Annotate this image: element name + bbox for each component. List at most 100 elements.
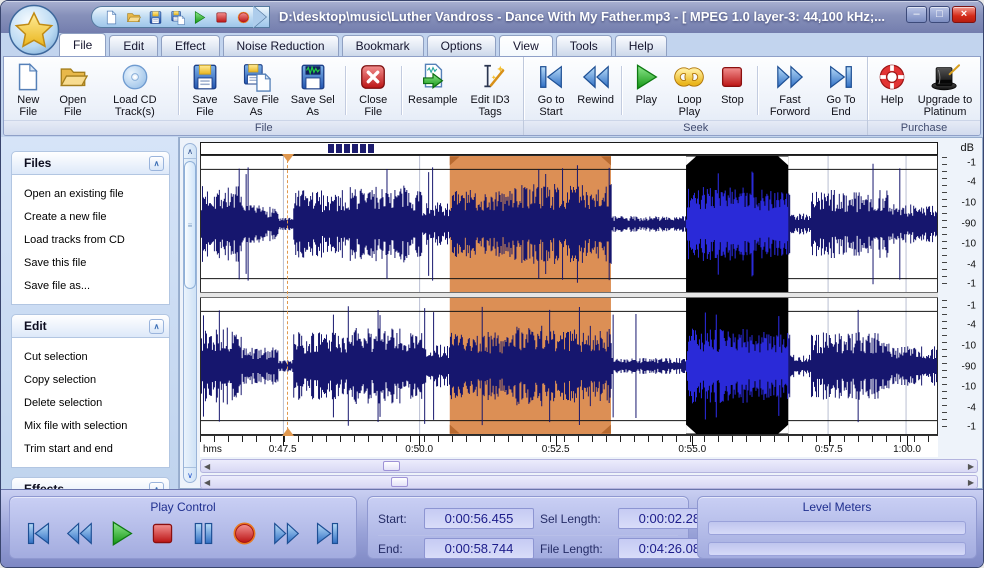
play-button[interactable]: Play	[626, 61, 666, 107]
go-to-start-button[interactable]: Go to Start	[528, 61, 573, 120]
overview-view-window-block[interactable]	[344, 144, 351, 153]
db-scale-title: dB	[960, 142, 974, 154]
time-label: 0:47.5	[268, 444, 297, 455]
vertical-scrollbar[interactable]: ∧ ≡ ∨	[183, 143, 197, 483]
play-icon[interactable]	[192, 10, 207, 25]
go-to-end-icon	[830, 66, 852, 88]
transport-rewind-button[interactable]	[63, 519, 96, 548]
transport-go-to-start-button[interactable]	[22, 519, 55, 548]
sidebar-item-load-cd[interactable]: Load tracks from CD	[24, 229, 169, 252]
stop-icon[interactable]	[214, 10, 229, 25]
tab-help[interactable]: Help	[614, 35, 668, 56]
overview-view-window-block[interactable]	[359, 144, 366, 153]
transport-stop-button[interactable]	[146, 519, 179, 548]
sidebar-item-trim[interactable]: Trim start and end	[24, 438, 169, 461]
save-file-button[interactable]: Save File	[183, 61, 226, 120]
tab-edit[interactable]: Edit	[109, 35, 159, 56]
collapse-icon[interactable]: ∧	[149, 318, 164, 334]
ribbon-group-label-seek: Seek	[524, 120, 867, 135]
close-button[interactable]: ×	[952, 6, 976, 23]
scroll-left-icon[interactable]: ◀	[204, 461, 210, 472]
save-as-icon[interactable]	[170, 10, 185, 25]
overview-view-window-block[interactable]	[328, 144, 335, 153]
overview-view-window-block[interactable]	[367, 144, 374, 153]
waveform-channel-right[interactable]	[200, 298, 938, 435]
scroll-up-icon[interactable]: ∧	[184, 144, 196, 159]
horizontal-scrollbar-2[interactable]: ◀ ▶	[200, 475, 978, 489]
load-cd-button[interactable]: Load CD Track(s)	[97, 61, 173, 120]
go-to-end-button[interactable]: Go To End	[819, 61, 863, 120]
sidebar-item-save-file[interactable]: Save this file	[24, 252, 169, 275]
time-ruler[interactable]: hms 0:47.5 0:50.0 0:52.5 0:55.0 0:57.5 1:00.0	[200, 435, 938, 457]
scroll-left-icon[interactable]: ◀	[204, 477, 210, 488]
save-file-as-button[interactable]: Save File As	[228, 61, 283, 120]
transport-record-button[interactable]	[228, 519, 261, 548]
open-file-button[interactable]: Open File	[51, 61, 96, 120]
horizontal-scroll-thumb[interactable]	[383, 461, 401, 471]
save-icon[interactable]	[148, 10, 163, 25]
panel-header-files[interactable]: Files ∧	[11, 151, 170, 175]
waveform-channel-left[interactable]	[200, 155, 938, 292]
playhead-marker[interactable]	[282, 154, 295, 436]
new-file-button[interactable]: New File	[8, 61, 49, 120]
panel-header-edit[interactable]: Edit ∧	[11, 314, 170, 338]
quickbar-banner-point	[253, 6, 266, 28]
stop-button[interactable]: Stop	[712, 61, 752, 107]
transport-fast-forward-button[interactable]	[270, 519, 303, 548]
fast-forward-button[interactable]: Fast Forword	[763, 61, 817, 120]
collapse-icon[interactable]: ∧	[149, 155, 164, 171]
tab-effect[interactable]: Effect	[161, 35, 220, 56]
collapse-icon[interactable]: ∧	[149, 481, 164, 489]
open-file-icon[interactable]	[126, 10, 141, 25]
sidebar-item-cut[interactable]: Cut selection	[24, 346, 169, 369]
tab-view[interactable]: View	[498, 35, 553, 56]
ribbon-separator	[620, 66, 622, 115]
loop-play-button[interactable]: Loop Play	[668, 61, 710, 120]
sidebar-item-mix[interactable]: Mix file with selection	[24, 415, 169, 438]
upgrade-button[interactable]: Upgrade to Platinum	[914, 61, 976, 120]
tab-file[interactable]: File	[59, 33, 107, 56]
title-bar: ▾ D:\desktop\music\Luther Vandross - Dan…	[1, 1, 983, 33]
ruler-unit-label: hms	[203, 444, 222, 455]
save-sel-as-button[interactable]: Save Sel As	[286, 61, 340, 120]
help-button[interactable]: Help	[872, 61, 912, 107]
rewind-icon	[582, 66, 609, 88]
sidebar-item-copy[interactable]: Copy selection	[24, 369, 169, 392]
transport-play-button[interactable]	[105, 519, 138, 548]
new-file-icon[interactable]	[104, 10, 119, 25]
overview-view-window-block[interactable]	[336, 144, 343, 153]
close-file-button[interactable]: Close File	[351, 61, 396, 120]
tab-tools[interactable]: Tools	[555, 35, 612, 56]
resample-button[interactable]: Resample	[407, 61, 459, 107]
ruler-minor-ticks	[200, 436, 938, 442]
sidebar-item-open-existing[interactable]: Open an existing file	[24, 183, 169, 206]
ribbon-separator	[344, 66, 346, 115]
ribbon-tabs: File Edit Effect Noise Reduction Bookmar…	[1, 33, 983, 56]
tab-noise-reduction[interactable]: Noise Reduction	[222, 35, 339, 56]
horizontal-scroll-thumb[interactable]	[391, 477, 409, 487]
horizontal-scrollbar-1[interactable]: ◀ ▶	[200, 459, 978, 473]
transport-pause-button[interactable]	[187, 519, 220, 548]
tab-bookmark[interactable]: Bookmark	[341, 35, 424, 56]
sidebar-item-delete[interactable]: Delete selection	[24, 392, 169, 415]
db-tick-label: -10	[961, 197, 976, 209]
sidebar-item-create-new[interactable]: Create a new file	[24, 206, 169, 229]
minimize-button[interactable]: –	[906, 6, 927, 23]
play-icon	[637, 64, 658, 90]
maximize-button[interactable]: □	[929, 6, 950, 23]
scroll-down-icon[interactable]: ∨	[184, 467, 196, 482]
panel-header-effects[interactable]: Effects ∧	[11, 477, 170, 489]
overview-bar[interactable]	[200, 142, 938, 155]
app-menu-orb[interactable]	[8, 4, 60, 56]
transport-go-to-end-button[interactable]	[311, 519, 344, 548]
record-icon[interactable]	[236, 10, 251, 25]
play-control-group: Play Control	[9, 496, 357, 559]
fast-forward-icon	[777, 66, 803, 88]
sidebar-item-save-as[interactable]: Save file as...	[24, 275, 169, 298]
pause-icon	[194, 522, 213, 545]
tab-options[interactable]: Options	[426, 35, 496, 56]
rewind-button[interactable]: Rewind	[576, 61, 616, 107]
overview-view-window-block[interactable]	[351, 144, 358, 153]
vertical-scroll-thumb[interactable]: ≡	[184, 161, 196, 289]
edit-id3-tags-button[interactable]: Edit ID3 Tags	[461, 61, 520, 120]
